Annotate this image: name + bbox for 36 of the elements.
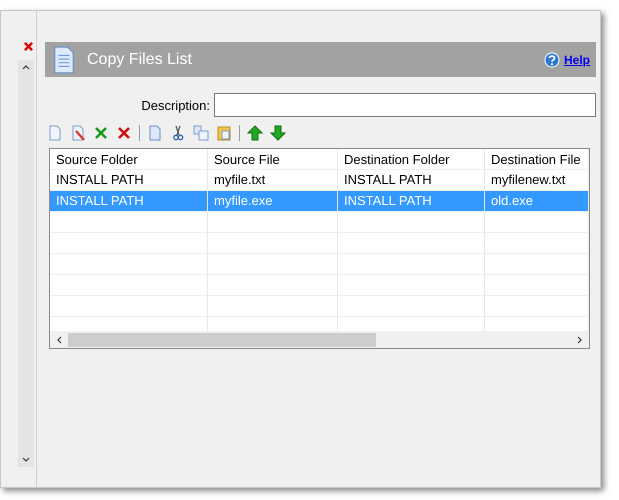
delete-icon[interactable] — [116, 125, 132, 141]
description-label: Description: — [141, 98, 210, 112]
paste-icon[interactable] — [216, 125, 232, 141]
table-cell: INSTALL PATH — [338, 191, 485, 211]
column-header[interactable]: Source File — [208, 149, 338, 169]
document-icon — [53, 46, 75, 74]
horizontal-scrollbar[interactable] — [50, 331, 589, 348]
help-link[interactable]: Help — [564, 52, 590, 66]
help-icon[interactable] — [544, 52, 560, 68]
table-cell: myfile.txt — [208, 170, 338, 190]
up-arrow-icon[interactable] — [247, 125, 263, 141]
table-cell: INSTALL PATH — [50, 170, 208, 190]
table-cell: INSTALL PATH — [338, 170, 485, 190]
table-cell: old.exe — [485, 191, 589, 211]
scrollbar-thumb[interactable] — [68, 332, 376, 346]
table-cell: myfilenew.txt — [485, 170, 589, 190]
copy-icon[interactable] — [193, 125, 209, 141]
column-header[interactable]: Source Folder — [50, 149, 208, 169]
table-cell: myfile.exe — [208, 191, 338, 211]
cut-icon[interactable] — [170, 125, 186, 141]
description-field[interactable] — [214, 93, 596, 117]
scroll-left-icon[interactable] — [56, 336, 62, 344]
scroll-down-icon[interactable] — [22, 457, 30, 463]
vertical-scrollbar[interactable] — [18, 60, 34, 467]
edit-document-icon[interactable] — [70, 125, 86, 141]
new-document-icon[interactable] — [47, 125, 63, 141]
scroll-right-icon[interactable] — [577, 336, 583, 344]
table-cell: INSTALL PATH — [50, 191, 208, 211]
down-arrow-icon[interactable] — [270, 125, 286, 141]
close-icon[interactable] — [23, 41, 34, 52]
panel-title: Copy Files List — [87, 50, 193, 68]
x-mark-icon[interactable] — [93, 125, 109, 141]
column-header[interactable]: Destination File — [485, 149, 589, 169]
scroll-up-icon[interactable] — [22, 64, 30, 70]
column-header[interactable]: Destination Folder — [338, 149, 485, 169]
document-icon[interactable] — [147, 125, 163, 141]
